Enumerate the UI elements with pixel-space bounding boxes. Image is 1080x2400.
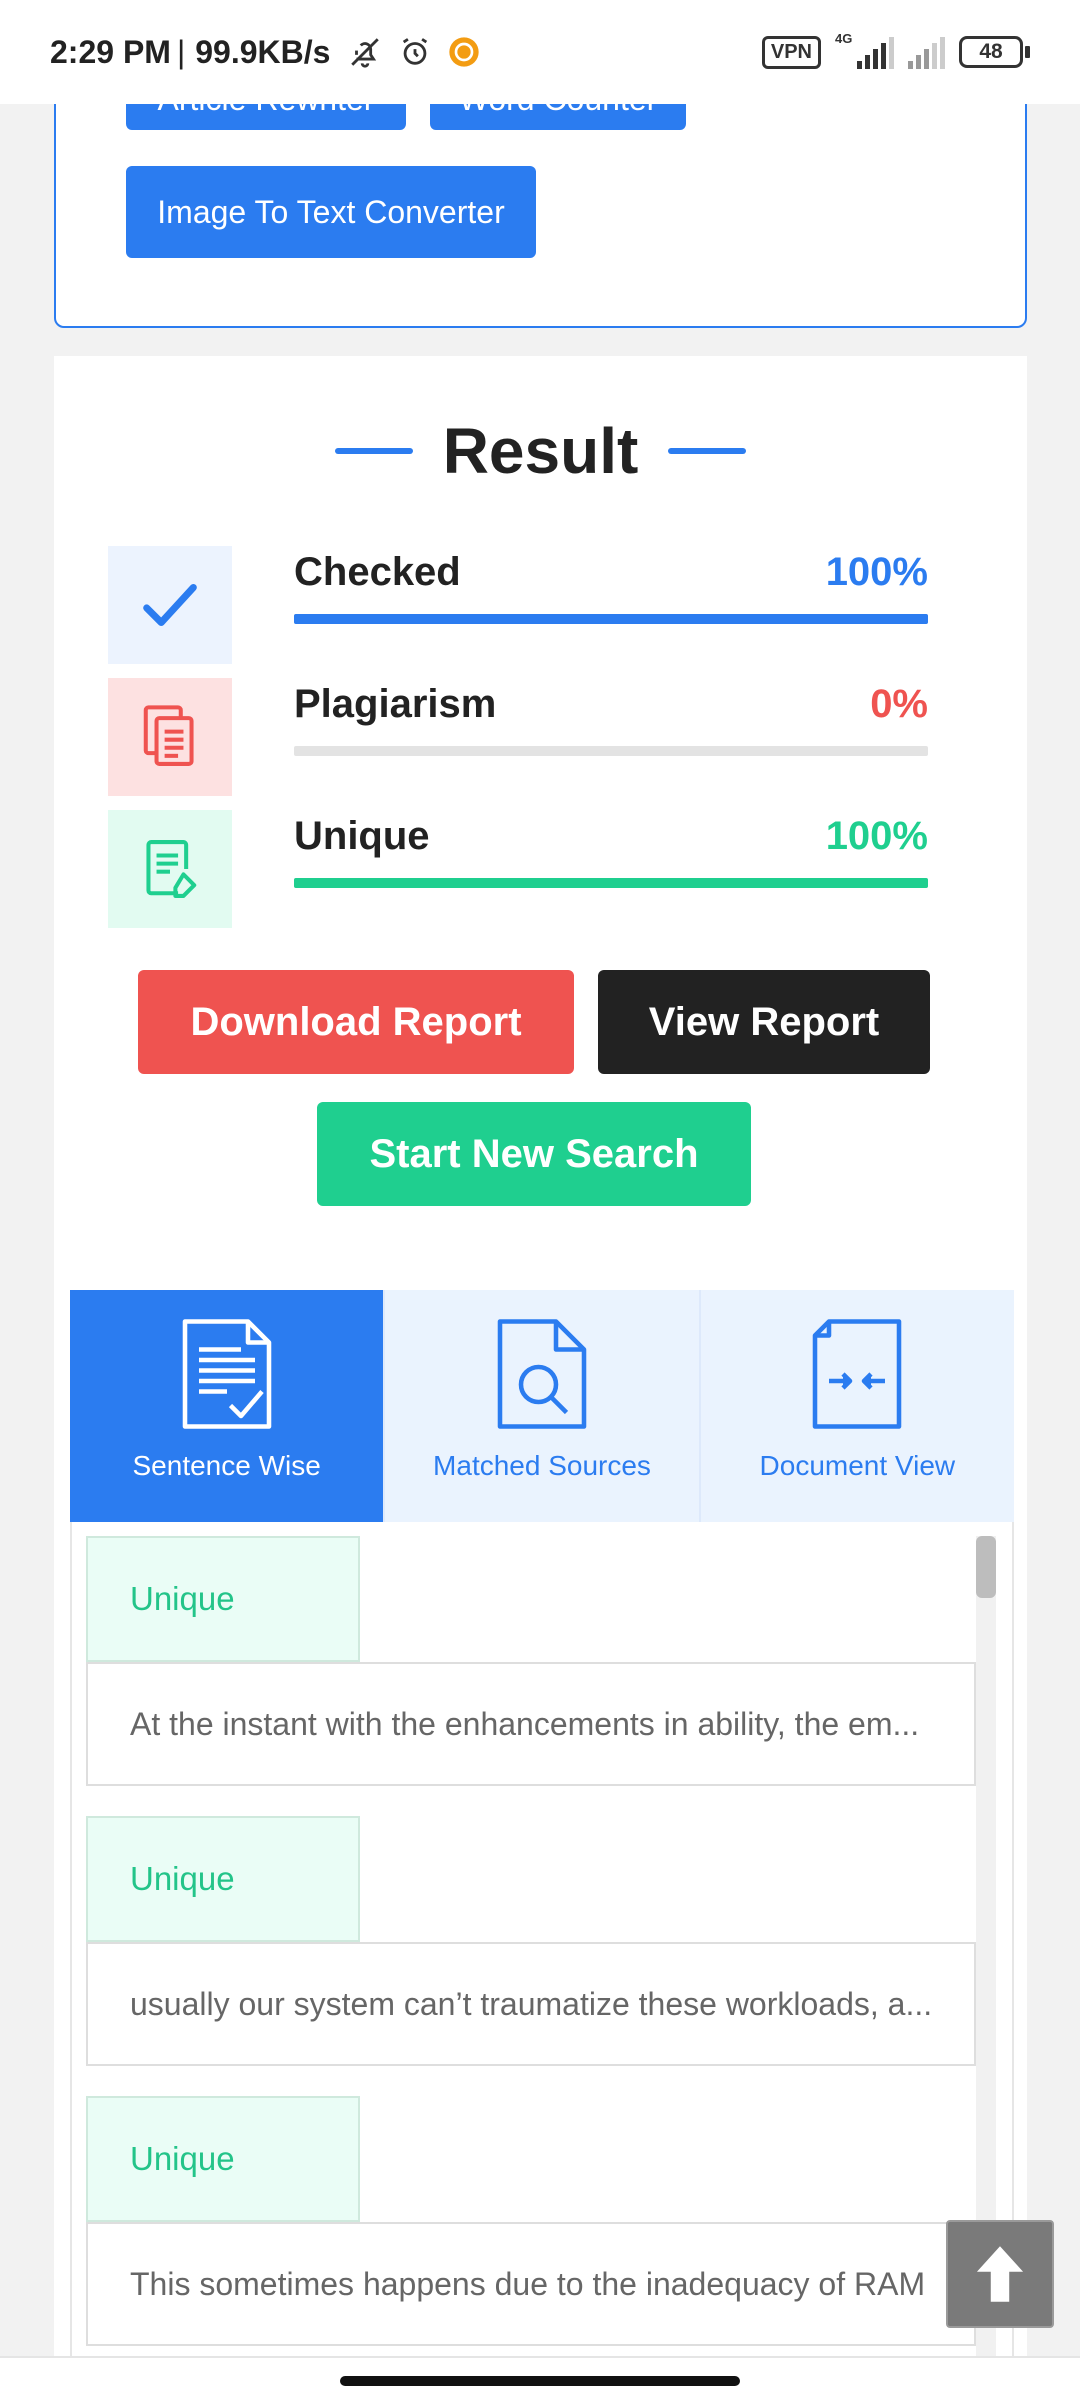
arrow-up-icon <box>976 2246 1024 2302</box>
stat-value-unique: 100% <box>825 814 928 858</box>
tab-label-sentence-wise: Sentence Wise <box>132 1450 321 1481</box>
stat-checked: Checked 100% <box>108 546 928 664</box>
document-edit-icon <box>146 840 197 898</box>
stat-plagiarism: Plagiarism 0% <box>108 678 928 796</box>
result-tabs: Sentence Wise Matched Sources Document V… <box>70 1290 1014 1522</box>
result-heading: Result <box>54 414 1027 488</box>
heading-dash-right <box>668 448 747 454</box>
sentence-text[interactable]: At the instant with the enhancements in … <box>86 1662 976 1786</box>
stat-label-unique: Unique <box>294 814 430 858</box>
sentence-text[interactable]: usually our system can’t traumatize thes… <box>86 1942 976 2066</box>
bell-off-icon <box>351 38 380 68</box>
signal-icon <box>908 35 945 69</box>
status-icons <box>348 35 480 69</box>
navigation-bar <box>0 2356 1080 2400</box>
tab-document-view[interactable]: Document View <box>701 1290 1014 1522</box>
status-left: 2:29 PM | 99.9KB/s <box>50 34 480 71</box>
progress-checked <box>294 614 928 624</box>
status-right: VPN 4G 48 <box>761 31 1030 69</box>
sentence-tag: Unique <box>86 1536 360 1662</box>
progress-fill-unique <box>294 878 928 888</box>
result-card: Result Checked 100% Plagiarism 0% Unique… <box>54 356 1027 2400</box>
unique-icon-box <box>108 810 232 928</box>
sentence-list[interactable]: Unique At the instant with the enhanceme… <box>70 1522 1014 2400</box>
stat-label-plagiarism: Plagiarism <box>294 682 497 726</box>
status-bar: 2:29 PM | 99.9KB/s VPN 4G 48 <box>0 0 1080 104</box>
status-separator: | <box>176 33 186 70</box>
checked-icon-box <box>108 546 232 664</box>
scrollbar-thumb[interactable] <box>976 1536 996 1598</box>
signal-4g-icon: 4G <box>835 31 894 69</box>
result-title: Result <box>442 415 639 487</box>
download-report-button[interactable]: Download Report <box>138 970 574 1074</box>
stat-unique: Unique 100% <box>108 810 928 928</box>
tab-label-matched-sources: Matched Sources <box>433 1450 651 1481</box>
battery-indicator: 48 <box>959 36 1030 68</box>
tab-label-document-view: Document View <box>759 1450 956 1481</box>
page: 2:29 PM | 99.9KB/s VPN 4G 48 Image To Te… <box>0 0 1080 2400</box>
heading-dash-left <box>334 448 413 454</box>
copy-document-icon <box>143 705 194 766</box>
sentence-tag: Unique <box>86 1816 360 1942</box>
back-to-top-button[interactable] <box>946 2220 1054 2328</box>
status-speed: 99.9KB/s <box>195 33 331 70</box>
checkmark-icon <box>143 584 197 626</box>
document-check-icon <box>182 1319 271 1429</box>
stat-value-plagiarism: 0% <box>870 682 928 726</box>
alarm-icon <box>403 38 428 65</box>
stat-value-checked: 100% <box>825 550 928 594</box>
image-to-text-button[interactable]: Image To Text Converter <box>126 166 536 258</box>
progress-plagiarism <box>294 746 928 756</box>
progress-unique <box>294 878 928 888</box>
status-time: 2:29 PM <box>50 33 171 70</box>
document-search-icon <box>497 1319 587 1429</box>
document-compare-icon <box>813 1319 902 1429</box>
progress-fill-checked <box>294 614 928 624</box>
network-type: 4G <box>835 31 853 46</box>
home-indicator[interactable] <box>340 2376 740 2386</box>
start-new-search-button[interactable]: Start New Search <box>317 1102 751 1206</box>
app-badge-icon <box>449 37 480 67</box>
view-report-button[interactable]: View Report <box>598 970 930 1074</box>
vpn-badge: VPN <box>761 35 821 69</box>
tab-matched-sources[interactable]: Matched Sources <box>385 1290 701 1522</box>
plagiarism-icon-box <box>108 678 232 796</box>
sentence-text[interactable]: This sometimes happens due to the inadeq… <box>86 2222 976 2346</box>
sentence-tag: Unique <box>86 2096 360 2222</box>
tab-sentence-wise[interactable]: Sentence Wise <box>70 1290 386 1522</box>
stat-label-checked: Checked <box>294 550 461 594</box>
battery-level: 48 <box>959 36 1023 68</box>
